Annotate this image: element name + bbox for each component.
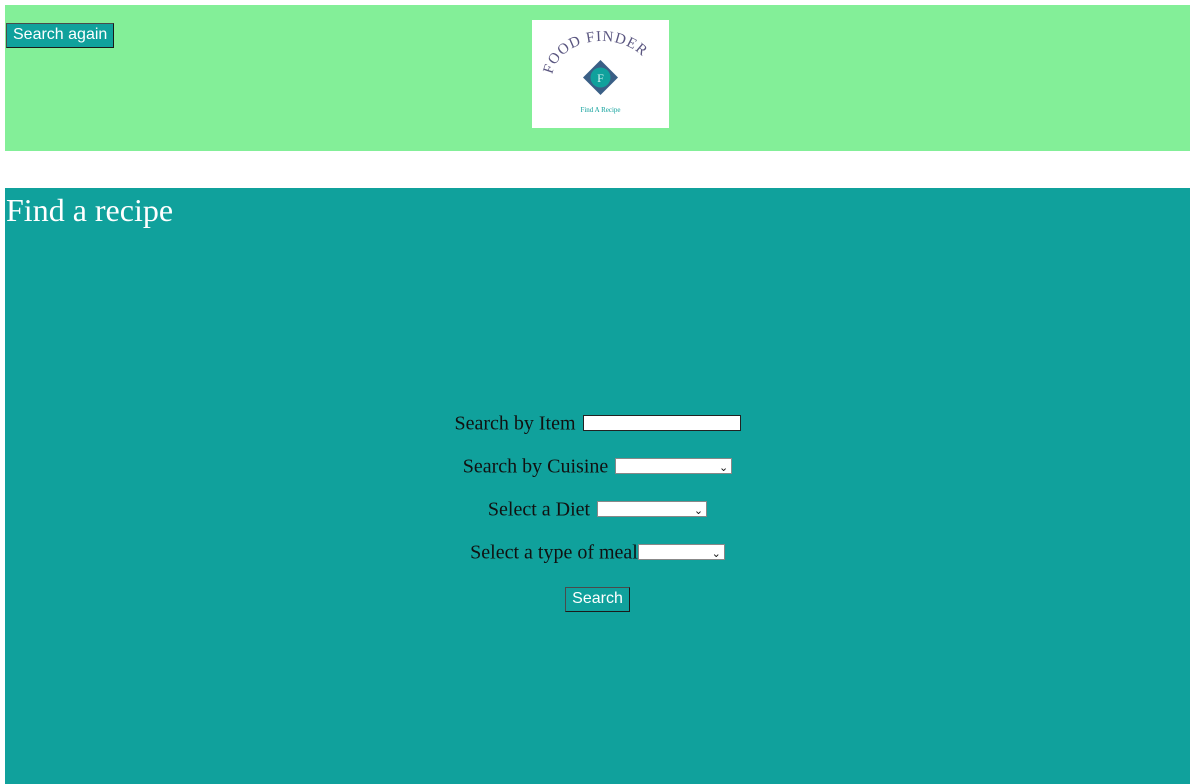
chevron-down-icon: ⌄ — [719, 461, 729, 475]
search-again-button[interactable]: Search again — [6, 23, 115, 48]
item-input[interactable] — [582, 415, 741, 432]
diet-label: Select a Diet — [487, 498, 591, 521]
diet-select[interactable]: ⌄ — [597, 501, 708, 518]
meal-label: Select a type of meal — [470, 541, 638, 564]
submit-row: Search — [5, 582, 1190, 625]
page-title: Find a recipe — [6, 192, 174, 228]
main-panel: Find a recipe Search by Item Search by C… — [5, 188, 1190, 784]
cuisine-row: Search by Cuisine ⌄ — [5, 453, 1190, 496]
logo: FOOD FINDER F Find A Recipe — [532, 20, 669, 128]
food-finder-logo: FOOD FINDER F Find A Recipe — [541, 29, 650, 114]
meal-row: Select a type of meal ⌄ — [5, 539, 1190, 582]
diet-row: Select a Diet ⌄ — [5, 496, 1190, 539]
meal-select[interactable]: ⌄ — [637, 544, 725, 561]
logo-tagline: Find A Recipe — [580, 106, 620, 114]
item-label: Search by Item — [454, 412, 576, 435]
chevron-down-icon: ⌄ — [711, 547, 721, 561]
cuisine-label: Search by Cuisine — [462, 455, 609, 478]
logo-initial: F — [597, 71, 604, 85]
chevron-down-icon: ⌄ — [693, 504, 704, 518]
recipe-search-form: Search by Item Search by Cuisine ⌄ Selec… — [5, 410, 1190, 625]
item-row: Search by Item — [5, 410, 1190, 453]
cuisine-select[interactable]: ⌄ — [615, 458, 733, 475]
header-banner: Search again FOOD FINDER F Find A Recipe — [5, 5, 1190, 151]
search-button[interactable]: Search — [565, 587, 630, 612]
